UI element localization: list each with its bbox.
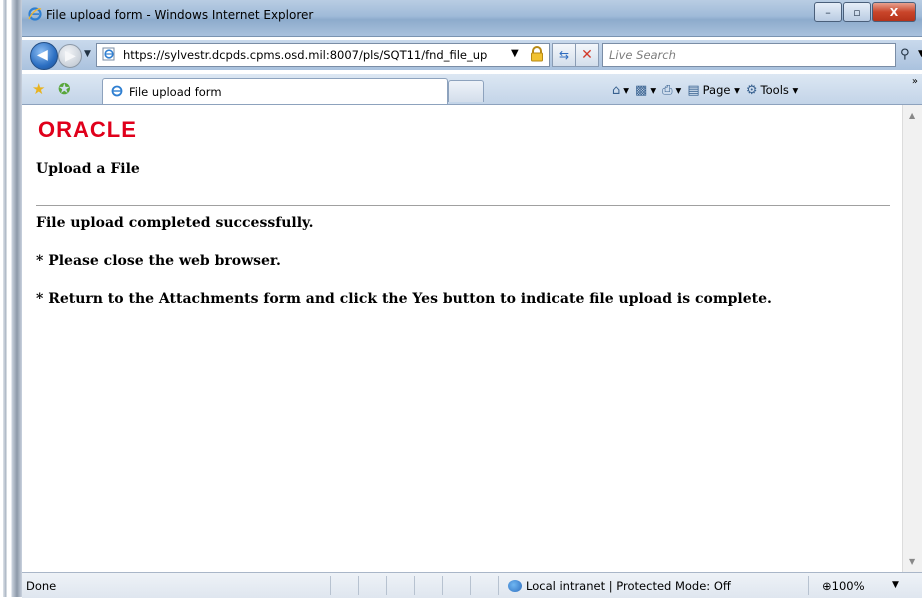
search-input[interactable]: Live Search	[602, 43, 896, 67]
oracle-logo: ORACLE	[38, 117, 137, 141]
recent-pages-dropdown-icon[interactable]: ▼	[84, 49, 91, 59]
printer-icon: ⎙	[662, 82, 673, 98]
status-separator	[808, 576, 809, 595]
tools-menu[interactable]: ⚙ Tools ▾	[746, 83, 798, 98]
home-icon: ⌂	[612, 82, 621, 98]
page-menu-label: Page	[702, 83, 731, 97]
stop-button[interactable]: ✕	[575, 43, 599, 67]
ie-icon	[28, 7, 42, 21]
command-bar: ⌂ ▾ ▩ ▾ ⎙ ▾ ▤ Page ▾ ⚙ Tools ▾	[612, 81, 804, 99]
rss-feed-icon: ▩	[635, 82, 648, 98]
zoom-value: 100%	[831, 579, 865, 593]
search-placeholder: Live Search	[609, 48, 676, 62]
tools-menu-label: Tools	[760, 83, 789, 97]
status-separator	[470, 576, 471, 595]
address-bar[interactable]: https://sylvestr.dcpds.cpms.osd.mil:8007…	[96, 43, 550, 67]
instruction-return-attachments: * Return to the Attachments form and cli…	[36, 291, 772, 307]
left-window-edge	[0, 0, 22, 597]
status-text: Done	[26, 579, 57, 593]
new-tab-button[interactable]	[448, 80, 484, 102]
instruction-close-browser: * Please close the web browser.	[36, 253, 281, 269]
add-favorites-icon[interactable]: ✪	[58, 80, 71, 98]
window-controls: – ▫ X	[813, 2, 916, 22]
address-dropdown-icon[interactable]: ▼	[511, 48, 519, 59]
security-zone-label: Local intranet | Protected Mode: Off	[526, 579, 731, 593]
page-content: ORACLE Upload a File File upload complet…	[22, 105, 902, 572]
browser-window: File upload form - Windows Internet Expl…	[0, 0, 922, 598]
status-separator	[386, 576, 387, 595]
status-separator	[330, 576, 331, 595]
search-icon[interactable]: ⚲	[900, 47, 910, 62]
page-title: Upload a File	[36, 161, 140, 177]
page-icon: ▤	[687, 82, 700, 98]
favorites-star-icon[interactable]: ★	[32, 80, 45, 98]
home-button[interactable]: ⌂ ▾	[612, 83, 629, 98]
page-ie-icon	[102, 47, 115, 61]
status-bar: Done Local intranet | Protected Mode: Of…	[22, 572, 922, 598]
scroll-up-arrow-icon[interactable]: ▲	[909, 111, 915, 120]
maximize-button[interactable]: ▫	[843, 2, 871, 22]
navigation-bar: ◀ ▶ ▼ https://sylvestr.dcpds.cpms.osd.mi…	[22, 40, 922, 70]
status-separator	[414, 576, 415, 595]
scroll-down-arrow-icon[interactable]: ▼	[909, 557, 915, 566]
status-separator	[498, 576, 499, 595]
status-separator	[442, 576, 443, 595]
minimize-button[interactable]: –	[814, 2, 842, 22]
refresh-button[interactable]: ⇆	[552, 43, 576, 67]
back-arrow-icon: ◀	[37, 47, 48, 63]
forward-arrow-icon: ▶	[65, 48, 76, 64]
close-button[interactable]: X	[872, 2, 916, 22]
print-button[interactable]: ⎙ ▾	[662, 83, 681, 98]
zoom-dropdown-icon[interactable]: ▼	[892, 580, 899, 590]
tab-ie-icon	[111, 85, 123, 97]
divider	[36, 205, 890, 206]
back-button[interactable]: ◀	[30, 42, 58, 70]
search-options-dropdown-icon[interactable]: ▼	[918, 49, 922, 59]
gear-icon: ⚙	[745, 82, 758, 98]
security-lock-icon[interactable]	[529, 46, 545, 62]
toolbar-overflow-chevron-icon[interactable]: »	[912, 76, 918, 87]
status-separator	[358, 576, 359, 595]
tab-file-upload-form[interactable]: File upload form	[102, 78, 448, 104]
globe-icon	[508, 580, 522, 592]
tab-row: ★ ✪ File upload form ⌂ ▾ ▩ ▾ ⎙ ▾ ▤ Page ▾ ⚙ T…	[22, 74, 922, 105]
address-url[interactable]: https://sylvestr.dcpds.cpms.osd.mil:8007…	[123, 48, 503, 62]
title-bar: File upload form - Windows Internet Expl…	[22, 0, 922, 37]
zoom-level[interactable]: ⊕100%	[822, 579, 865, 593]
stop-icon: ✕	[581, 47, 593, 63]
forward-button[interactable]: ▶	[58, 44, 82, 68]
success-message: File upload completed successfully.	[36, 215, 314, 231]
page-menu[interactable]: ▤ Page ▾	[687, 83, 740, 98]
refresh-icon: ⇆	[558, 48, 570, 62]
security-zone[interactable]: Local intranet | Protected Mode: Off	[508, 579, 731, 593]
window-title: File upload form - Windows Internet Expl…	[46, 8, 314, 22]
tab-label: File upload form	[129, 85, 222, 99]
oracle-logo-text: ORACLE	[38, 117, 137, 141]
feeds-button[interactable]: ▩ ▾	[635, 83, 656, 98]
vertical-scrollbar[interactable]: ▲ ▼	[902, 105, 922, 572]
